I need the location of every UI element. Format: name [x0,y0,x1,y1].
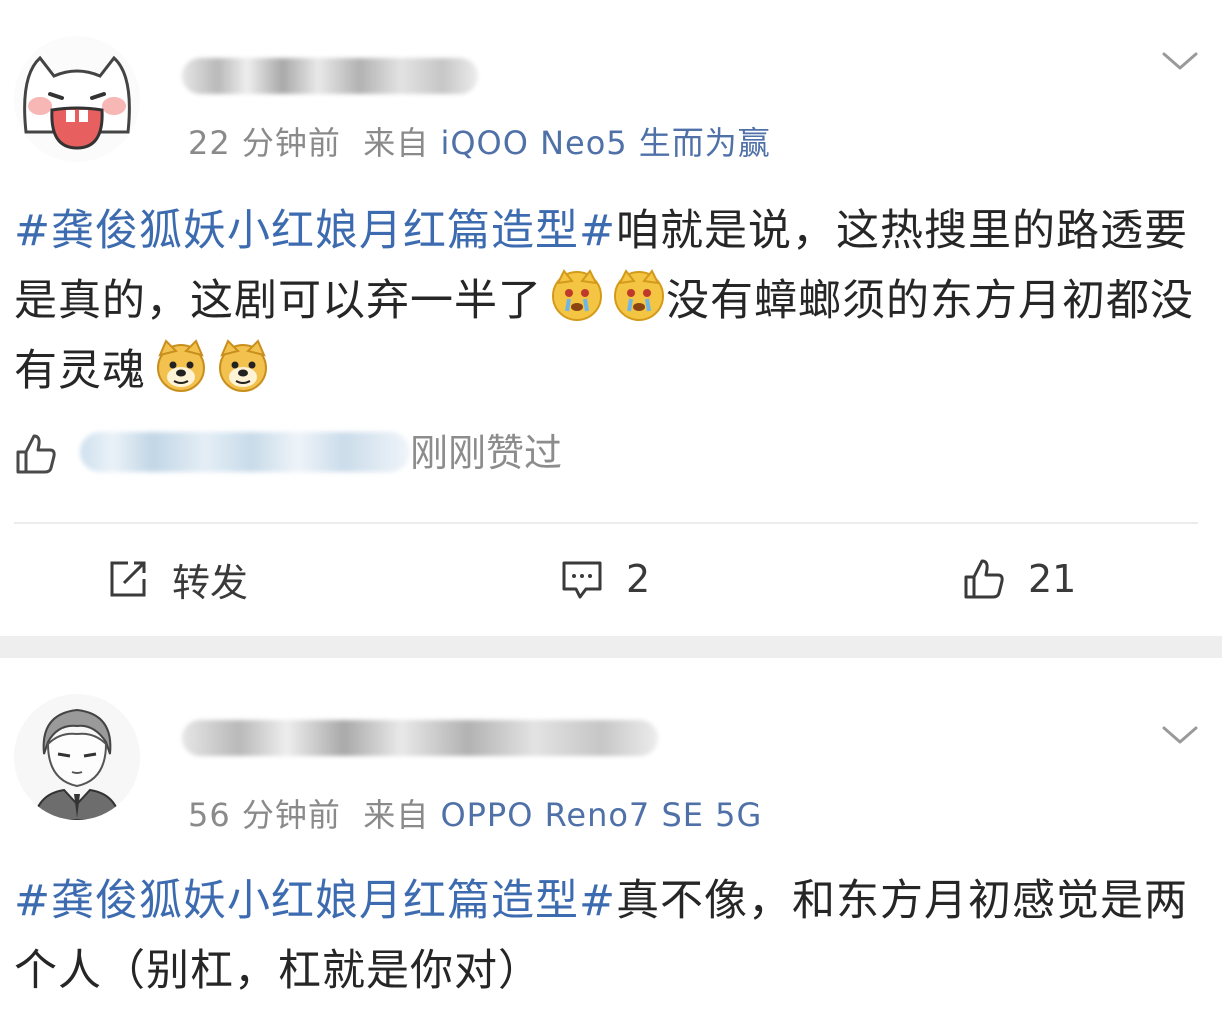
post-card: 56 分钟前 来自 OPPO Reno7 SE 5G #龚俊狐妖小红娘月红篇造型… [0,658,1222,1018]
comment-button[interactable]: 2 [560,548,650,610]
avatar[interactable] [14,36,140,162]
repost-button[interactable]: 转发 [106,548,248,610]
username-blurred[interactable] [182,58,478,94]
hashtag-link[interactable]: #龚俊狐妖小红娘月红篇造型# [14,206,616,256]
thumbs-up-icon [964,559,1004,599]
divider [14,522,1198,524]
chevron-down-icon[interactable] [1160,46,1200,76]
repost-icon [110,561,146,597]
post-source[interactable]: iQOO Neo5 生而为赢 [440,124,770,162]
post-text: #龚俊狐妖小红娘月红篇造型#咱就是说，这热搜里的路透要是真的，这剧可以弃一半了没… [14,196,1204,406]
post-source[interactable]: OPPO Reno7 SE 5G [440,796,762,834]
post-time: 22 分钟前 [188,124,341,162]
post-meta: 56 分钟前 来自 OPPO Reno7 SE 5G [188,790,762,836]
comment-icon [562,561,602,599]
like-count: 21 [1028,557,1077,601]
like-button[interactable]: 21 [962,548,1076,610]
crying-dog-icon [612,269,666,323]
hashtag-link[interactable]: #龚俊狐妖小红娘月红篇造型# [14,876,616,926]
username-blurred[interactable] [182,720,658,756]
cat-avatar-icon [14,36,140,162]
chevron-down-icon[interactable] [1160,720,1200,750]
anime-boy-avatar-icon [14,694,140,820]
post-text: #龚俊狐妖小红娘月红篇造型#真不像，和东方月初感觉是两个人（别杠，杠就是你对） [14,866,1204,1006]
comment-count: 2 [626,557,651,601]
post-meta: 22 分钟前 来自 iQOO Neo5 生而为赢 [188,118,771,164]
liked-by-row: 刚刚赞过 [14,428,614,478]
from-label: 来自 [363,124,430,162]
repost-label: 转发 [172,560,249,605]
doge-icon [216,339,270,393]
liked-by-users-blurred[interactable] [80,432,410,472]
liked-by-label: 刚刚赞过 [410,431,563,475]
thumbs-up-icon [16,434,56,474]
crying-dog-icon [550,269,604,323]
avatar[interactable] [14,694,140,820]
doge-icon [154,339,208,393]
from-label: 来自 [363,796,430,834]
post-card: 22 分钟前 来自 iQOO Neo5 生而为赢 #龚俊狐妖小红娘月红篇造型#咱… [0,0,1222,636]
post-time: 56 分钟前 [188,796,341,834]
action-bar: 转发 2 21 [0,548,1222,610]
post-separator [0,636,1222,658]
